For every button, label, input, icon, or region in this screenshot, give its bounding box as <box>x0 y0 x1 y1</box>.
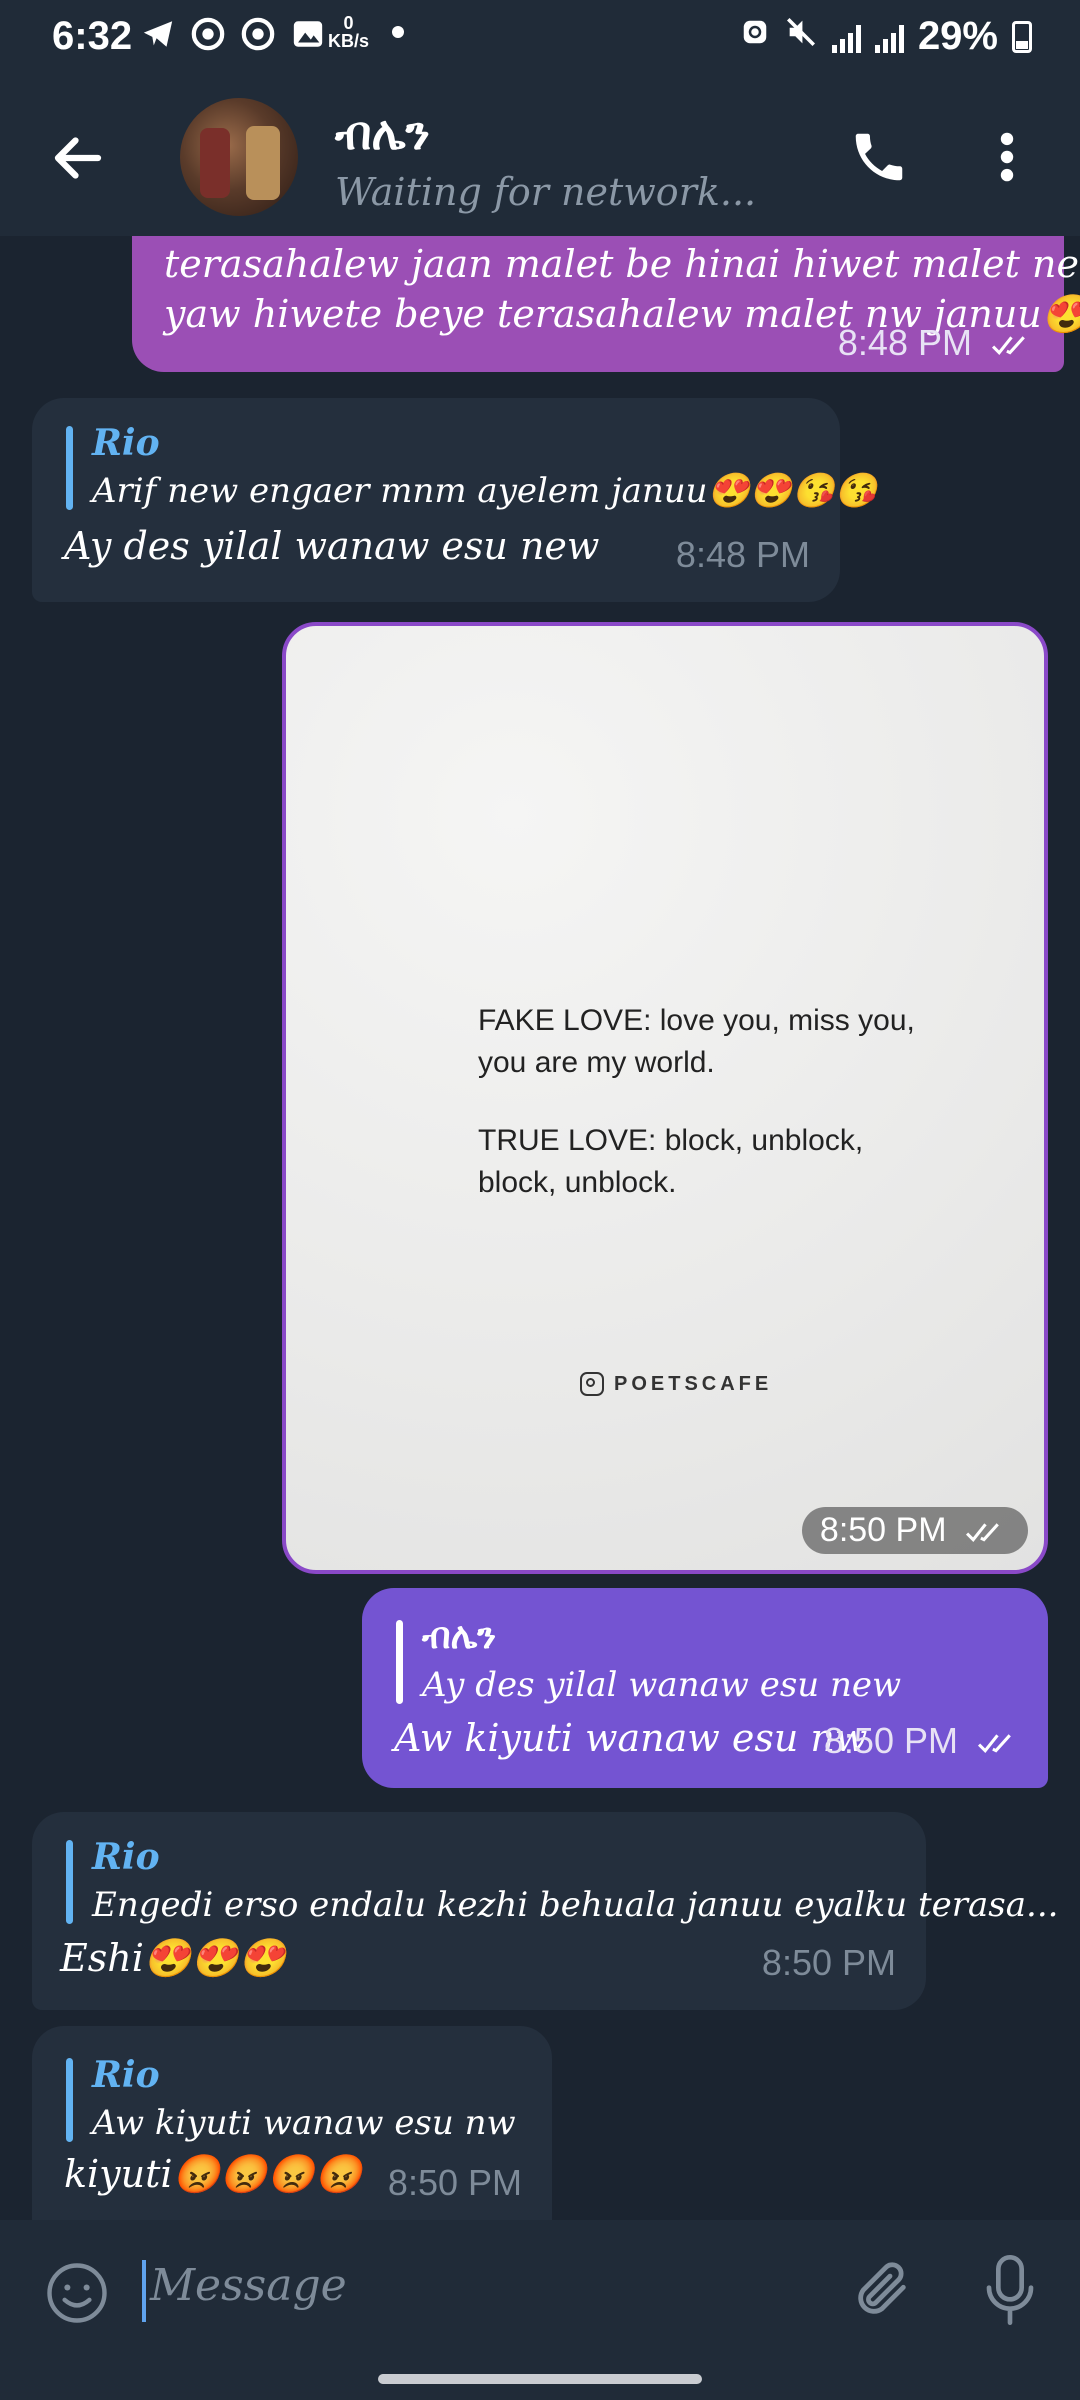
battery-percent: 29% <box>917 14 998 58</box>
notification-icons <box>140 16 326 52</box>
message-list[interactable]: terasahalew jaan malet be hinai hiwet ma… <box>0 236 1080 2220</box>
paperclip-icon <box>858 2262 906 2314</box>
signal-icon <box>874 21 904 53</box>
chat-header: ብሌን Waiting for network... <box>0 78 1080 236</box>
message-input[interactable]: Message <box>150 2260 347 2311</box>
image-text-line: you are my world. <box>478 1046 715 1079</box>
chat-title[interactable]: ብሌን <box>335 106 430 162</box>
message-time: 8:48 PM <box>675 534 810 575</box>
telegram-icon <box>140 16 176 52</box>
text-cursor <box>142 2260 146 2322</box>
system-icons: 29% <box>740 14 1032 59</box>
signal-icon <box>831 21 861 53</box>
time-label: 8:50 PM <box>823 1720 958 1761</box>
reply-quote[interactable]: ብሌን Ay des yilal wanaw esu new <box>396 1614 901 1710</box>
outgoing-message[interactable]: terasahalew jaan malet be hinai hiwet ma… <box>132 236 1080 372</box>
battery-icon <box>1012 20 1032 53</box>
mute-icon <box>784 14 818 59</box>
microphone-icon <box>986 2254 1034 2325</box>
image-text-line: TRUE LOVE: block, unblock, <box>478 1124 864 1157</box>
reply-author: Rio <box>92 2054 160 2096</box>
image-text-line: FAKE LOVE: love you, miss you, <box>478 1004 915 1037</box>
network-speed-unit: KB/s <box>328 31 370 51</box>
incoming-message[interactable]: Rio Engedi erso endalu kezhi behuala jan… <box>32 1812 1058 2010</box>
message-composer: Message <box>0 2220 1080 2360</box>
double-check-icon <box>991 336 1025 356</box>
message-time: 8:50 PM <box>801 1507 1028 1554</box>
reply-quote[interactable]: Rio Arif new engaer mnm ayelem januu😍😍😘😘 <box>66 420 877 516</box>
chat-status: Waiting for network... <box>335 170 757 214</box>
network-speed-value: 0 <box>343 13 354 33</box>
reply-text: Aw kiyuti wanaw esu nw <box>92 2103 516 2143</box>
reply-author: ብሌን <box>422 1616 497 1657</box>
data-saver-icon <box>740 14 770 59</box>
more-vertical-icon <box>1000 132 1014 182</box>
image-message[interactable]: FAKE LOVE: love you, miss you, you are m… <box>282 622 1048 1574</box>
navigation-bar <box>0 2360 1080 2400</box>
reply-quote[interactable]: Rio Engedi erso endalu kezhi behuala jan… <box>66 1834 1058 1930</box>
home-gesture-handle[interactable] <box>378 2374 702 2384</box>
status-bar: 6:32 0 KB/s 29% <box>0 0 1080 78</box>
time-label: 8:48 PM <box>837 322 972 363</box>
message-text: Ay des yilal wanaw esu new <box>64 524 600 568</box>
network-speed: 0 KB/s <box>328 14 369 50</box>
smiley-icon <box>47 2263 107 2323</box>
emoji-button[interactable] <box>44 2260 110 2326</box>
message-text: Aw kiyuti wanaw esu nw <box>394 1716 868 1760</box>
double-check-icon <box>965 1523 999 1542</box>
incoming-message[interactable]: Rio Aw kiyuti wanaw esu nw kiyuti😡😡😡😡 8:… <box>32 2026 552 2220</box>
chrome-icon <box>190 16 226 52</box>
gallery-icon <box>290 16 326 52</box>
message-time: 8:48 PM <box>838 322 1036 364</box>
attach-button[interactable] <box>850 2256 914 2324</box>
brand-name: POETSCAFE <box>614 1372 773 1395</box>
outgoing-message[interactable]: ብሌን Ay des yilal wanaw esu new Aw kiyuti… <box>362 1588 1048 1788</box>
reply-author: Rio <box>92 422 160 464</box>
status-time: 6:32 <box>52 14 133 58</box>
reply-text: Arif new engaer mnm ayelem januu😍😍😘😘 <box>92 471 877 511</box>
image-text-line: block, unblock. <box>478 1166 677 1199</box>
call-button[interactable] <box>848 126 910 188</box>
message-text: Eshi😍😍😍 <box>60 1936 286 1980</box>
arrow-left-icon <box>54 137 102 179</box>
message-time: 8:50 PM <box>824 1720 1022 1762</box>
reply-text: Engedi erso endalu kezhi behuala januu e… <box>92 1885 1059 1925</box>
phone-icon <box>855 133 903 181</box>
reply-author: Rio <box>92 1836 160 1878</box>
more-options-button[interactable] <box>992 126 1022 188</box>
chrome-icon <box>240 16 276 52</box>
voice-message-button[interactable] <box>982 2250 1038 2330</box>
avatar[interactable] <box>180 98 298 216</box>
instagram-icon <box>580 1372 604 1396</box>
reply-quote[interactable]: Rio Aw kiyuti wanaw esu nw <box>66 2052 516 2148</box>
message-text: terasahalew jaan malet be hinai hiwet ma… <box>164 242 1080 286</box>
message-time: 8:50 PM <box>761 1942 896 1983</box>
message-time: 8:50 PM <box>387 2162 522 2203</box>
notification-dot <box>392 26 404 38</box>
image-brand: POETSCAFE <box>580 1372 772 1396</box>
back-button[interactable] <box>48 128 108 188</box>
message-text: kiyuti😡😡😡😡 <box>64 2152 362 2196</box>
reply-text: Ay des yilal wanaw esu new <box>422 1665 902 1705</box>
incoming-message[interactable]: Rio Arif new engaer mnm ayelem januu😍😍😘😘… <box>32 398 877 602</box>
double-check-icon <box>977 1734 1011 1754</box>
time-label: 8:50 PM <box>819 1511 947 1549</box>
